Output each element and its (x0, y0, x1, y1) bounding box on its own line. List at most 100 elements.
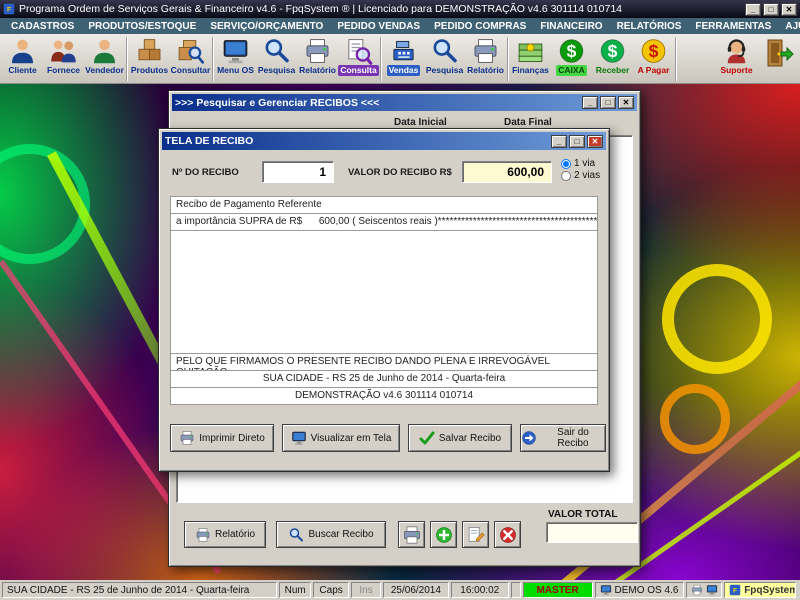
print-icon (402, 525, 422, 545)
toolbar-button-fornecedor[interactable]: Fornece (43, 35, 84, 76)
recibo-dialog-body: Nº DO RECIBO 1 VALOR DO RECIBO R$ 600,00… (162, 150, 606, 468)
toolbar-label-consultar: Consultar (169, 65, 213, 76)
menu-cadastros[interactable]: CADASTROS (4, 21, 81, 32)
numero-recibo-field[interactable]: 1 (262, 161, 334, 183)
imprimir-direto-button[interactable]: Imprimir Direto (170, 424, 274, 452)
recibo-line-importancia[interactable]: a importância SUPRA de R$ 600,00 ( Seisc… (170, 213, 598, 231)
toolbar-label-receber: Receber (594, 65, 632, 76)
menu-ferramentas[interactable]: FERRAMENTAS (688, 21, 778, 32)
finance-icon (516, 37, 545, 65)
recibo-line-demonstracao[interactable]: DEMONSTRAÇÃO v4.6 301114 010714 (170, 387, 598, 405)
valor-recibo-field[interactable]: 600,00 (462, 161, 552, 183)
support-icon (722, 37, 751, 65)
preview-icon (291, 430, 307, 446)
status-brand-label: FpqSystem (744, 585, 796, 596)
radio-2-vias-input[interactable] (561, 171, 571, 181)
toolbar-button-pesquisa-os[interactable]: Pesquisa (256, 35, 297, 76)
toolbar-button-sair[interactable] (757, 35, 798, 69)
toolbar-button-cliente[interactable]: Cliente (2, 35, 43, 76)
wallpaper-shape (662, 264, 772, 374)
edit-button[interactable] (462, 521, 489, 548)
salvar-recibo-button[interactable]: Salvar Recibo (408, 424, 512, 452)
radio-2-vias[interactable]: 2 vias (561, 170, 600, 181)
menu-produtos-estoque[interactable]: PRODUTOS/ESTOQUE (81, 21, 203, 32)
service-order-icon (221, 37, 250, 65)
toolbar-label-vendas: Vendas (387, 65, 421, 76)
menu-financeiro[interactable]: FINANCEIRO (533, 21, 609, 32)
status-date: 25/06/2014 (383, 582, 449, 598)
print-button[interactable] (398, 521, 425, 548)
report-icon (303, 37, 332, 65)
numero-recibo-label: Nº DO RECIBO (172, 167, 239, 178)
app-titlebar[interactable]: Programa Ordem de Serviços Gerais & Fina… (0, 0, 800, 18)
recibo-dialog: TELA DE RECIBO _ □ ✕ Nº DO RECIBO 1 VALO… (158, 128, 610, 472)
close-button[interactable]: ✕ (587, 135, 603, 148)
menu-relatorios[interactable]: RELATÓRIOS (610, 21, 689, 32)
toolbar-separator (380, 37, 382, 81)
valor-total-label: VALOR TOTAL (548, 509, 617, 520)
menu-ajuda[interactable]: AJUDA (778, 21, 800, 32)
report-icon (471, 37, 500, 65)
client-icon (8, 37, 37, 65)
toolbar-label-pesquisa-vendas: Pesquisa (424, 65, 465, 76)
toolbar-button-vendas[interactable]: Vendas (383, 35, 424, 76)
buscar-recibo-button[interactable]: Buscar Recibo (276, 521, 386, 548)
monitor-icon (706, 584, 718, 596)
toolbar-button-financas[interactable]: Finanças (510, 35, 551, 76)
toolbar-button-menu-os[interactable]: Menu OS (215, 35, 256, 76)
toolbar-label-caixa: CAIXA (556, 65, 586, 76)
add-button[interactable] (430, 521, 457, 548)
menu-servico-orcamento[interactable]: SERVIÇO/ORÇAMENTO (203, 21, 330, 32)
toolbar-label-produtos: Produtos (129, 65, 170, 76)
toolbar-button-a-pagar[interactable]: A Pagar (633, 35, 674, 76)
sales-icon (389, 37, 418, 65)
recibo-line-quitacao[interactable]: PELO QUE FIRMAMOS O PRESENTE RECIBO DAND… (170, 353, 598, 371)
minimize-button[interactable]: _ (551, 135, 567, 148)
minimize-button[interactable]: _ (745, 3, 761, 16)
toolbar-label-financas: Finanças (510, 65, 551, 76)
cancel-icon (498, 525, 518, 545)
minimize-button[interactable]: _ (582, 96, 598, 109)
toolbar-button-vendedor[interactable]: Vendedor (84, 35, 125, 76)
menu-pedido-vendas[interactable]: PEDIDO VENDAS (330, 21, 427, 32)
toolbar-button-consultar[interactable]: Consultar (170, 35, 211, 76)
cashbox-icon (557, 37, 586, 65)
supplier-icon (49, 37, 78, 65)
toolbar-button-suporte[interactable]: Suporte (716, 35, 757, 76)
maximize-button[interactable]: □ (569, 135, 585, 148)
recibo-line-cidade-data[interactable]: SUA CIDADE - RS 25 de Junho de 2014 - Qu… (170, 370, 598, 388)
valor-total-field[interactable] (546, 522, 638, 543)
toolbar: Cliente Fornece Vendedor Produtos Consul… (0, 34, 800, 84)
data-inicial-label: Data Inicial (394, 117, 447, 128)
toolbar-button-consulta[interactable]: Consulta (338, 35, 379, 76)
recibos-window-titlebar[interactable]: >>> Pesquisar e Gerenciar RECIBOS <<< _ … (172, 94, 637, 111)
radio-1-via-input[interactable] (561, 159, 571, 169)
buscar-recibo-button-label: Buscar Recibo (308, 529, 373, 540)
toolbar-button-relatorio-vendas[interactable]: Relatório (465, 35, 506, 76)
printer-icon (691, 584, 703, 596)
receive-icon (598, 37, 627, 65)
search-icon (288, 527, 304, 543)
recibo-dialog-titlebar[interactable]: TELA DE RECIBO _ □ ✕ (162, 132, 606, 150)
radio-2-vias-label: 2 vias (574, 170, 600, 181)
sair-do-recibo-button[interactable]: Sair do Recibo (520, 424, 606, 452)
maximize-button[interactable]: □ (763, 3, 779, 16)
recibo-line-referente[interactable]: Recibo de Pagamento Referente (170, 196, 598, 214)
toolbar-button-pesquisa-vendas[interactable]: Pesquisa (424, 35, 465, 76)
cancel-button[interactable] (494, 521, 521, 548)
toolbar-button-produtos[interactable]: Produtos (129, 35, 170, 76)
relatorio-button[interactable]: Relatório (184, 521, 266, 548)
close-button[interactable]: ✕ (618, 96, 634, 109)
toolbar-button-relatorio-os[interactable]: Relatório (297, 35, 338, 76)
vias-radio-group: 1 via 2 vias (561, 158, 600, 181)
close-button[interactable]: ✕ (781, 3, 797, 16)
menu-pedido-compras[interactable]: PEDIDO COMPRAS (427, 21, 533, 32)
toolbar-button-caixa[interactable]: CAIXA (551, 35, 592, 76)
visualizar-em-tela-button[interactable]: Visualizar em Tela (282, 424, 400, 452)
maximize-button[interactable]: □ (600, 96, 616, 109)
recibo-line-empty[interactable] (170, 230, 598, 354)
radio-1-via[interactable]: 1 via (561, 158, 600, 169)
toolbar-button-receber[interactable]: Receber (592, 35, 633, 76)
sair-do-recibo-label: Sair do Recibo (541, 427, 605, 449)
app-icon (3, 3, 15, 15)
